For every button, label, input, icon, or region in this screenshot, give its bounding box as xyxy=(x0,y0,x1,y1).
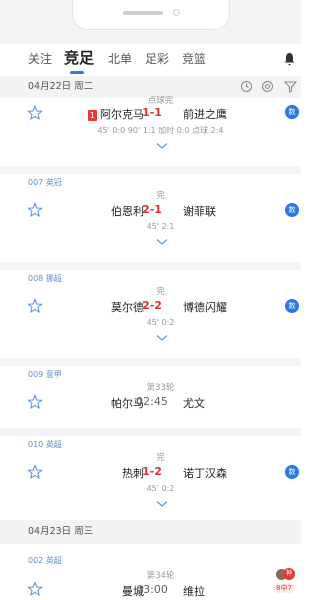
match-status: 第33轮 xyxy=(146,383,175,393)
league-label: 002 英超 xyxy=(28,556,62,565)
red-card-badge: 1 xyxy=(87,110,97,121)
tab-beidan[interactable]: 北单 xyxy=(108,50,132,67)
match-score: 2-2 xyxy=(142,299,162,312)
notch xyxy=(72,0,230,30)
tab-bar: 关注 竞足 北单 足彩 竞篮 xyxy=(0,44,301,76)
star-icon[interactable] xyxy=(27,464,43,480)
separator xyxy=(0,358,301,366)
stats-badge[interactable]: 数 xyxy=(285,203,299,217)
match-status: 点球完 xyxy=(147,96,174,106)
filter-icon[interactable] xyxy=(284,80,297,93)
match-time: 03:00 xyxy=(136,583,168,596)
home-team-name: 阿尔克马 xyxy=(100,108,144,121)
settings-icon[interactable] xyxy=(261,80,274,93)
away-team: 尤文 xyxy=(183,397,205,410)
away-team: 诺丁汉森 xyxy=(183,467,227,480)
match-score: 2-1 xyxy=(142,203,162,216)
match-detail: 45' 2:1 xyxy=(146,222,175,231)
away-team: 前进之鹰 xyxy=(183,108,227,121)
tab-jinglan[interactable]: 竞篮 xyxy=(182,50,206,67)
expert-picks-widget[interactable]: 神 8中7 xyxy=(273,566,299,600)
star-icon[interactable] xyxy=(27,298,43,314)
chevron-down-icon[interactable] xyxy=(156,238,168,246)
date-label: 04月22日 周二 xyxy=(28,81,94,92)
match-row[interactable]: 007 英冠 完 伯恩利 2-1 谢菲联 数 45' 2:1 xyxy=(0,174,301,262)
history-icon[interactable] xyxy=(240,80,253,93)
tab-follow[interactable]: 关注 xyxy=(28,50,52,67)
match-row[interactable]: 009 意甲 第33轮 帕尔马 02:45 尤文 xyxy=(0,366,301,428)
league-label: 010 英超 xyxy=(28,440,62,449)
bell-icon[interactable] xyxy=(284,52,295,66)
match-detail: 45' 0:2 xyxy=(146,484,175,493)
match-row[interactable]: 点球完 1 阿尔克马 1-1 前进之鹰 数 45' 0:0 90' 1:1 加时 … xyxy=(0,96,301,166)
star-icon[interactable] xyxy=(27,105,43,121)
star-icon[interactable] xyxy=(27,394,43,410)
match-score: 1-2 xyxy=(142,465,162,478)
star-icon[interactable] xyxy=(27,202,43,218)
league-label: 009 意甲 xyxy=(28,370,62,379)
away-team: 维拉 xyxy=(183,585,205,598)
home-team: 1 阿尔克马 xyxy=(87,106,144,122)
stats-badge[interactable]: 数 xyxy=(285,465,299,479)
league-label: 008 挪超 xyxy=(28,274,62,283)
away-team: 谢菲联 xyxy=(183,205,216,218)
match-status: 完 xyxy=(156,287,165,297)
chevron-down-icon[interactable] xyxy=(156,500,168,508)
match-score: 1-1 xyxy=(142,106,162,119)
date-header: 04月23日 周三 xyxy=(0,520,301,544)
expert-record-tag: 8中7 xyxy=(274,583,294,593)
active-tab-indicator xyxy=(70,71,84,74)
match-row[interactable]: 010 英超 完 热刺 1-2 诺丁汉森 数 45' 0:2 xyxy=(0,436,301,520)
stats-badge[interactable]: 数 xyxy=(285,299,299,313)
date-label: 04月23日 周三 xyxy=(28,526,94,537)
separator xyxy=(0,428,301,436)
match-time: 02:45 xyxy=(136,395,168,408)
match-detail: 45' 0:0 90' 1:1 加时 0:0 点球 2:4 xyxy=(97,126,224,135)
stats-badge[interactable]: 数 xyxy=(285,105,299,119)
match-status: 第34轮 xyxy=(146,571,175,581)
chevron-down-icon[interactable] xyxy=(156,334,168,342)
match-row[interactable]: 002 英超 第34轮 曼城 03:00 维拉 xyxy=(0,544,301,600)
tab-zucai[interactable]: 足彩 xyxy=(145,50,169,67)
expert-avatar-badge: 神 xyxy=(283,568,295,580)
separator xyxy=(0,166,301,174)
match-row[interactable]: 008 挪超 完 莫尔德 2-2 博德闪耀 数 45' 0:2 xyxy=(0,270,301,358)
match-status: 完 xyxy=(156,453,165,463)
tab-jingzu[interactable]: 竞足 xyxy=(64,47,94,68)
separator xyxy=(0,262,301,270)
device-top-frame xyxy=(0,0,301,44)
match-status: 完 xyxy=(156,191,165,201)
league-label: 007 英冠 xyxy=(28,178,62,187)
away-team: 博德闪耀 xyxy=(183,301,227,314)
match-detail: 45' 0:2 xyxy=(146,318,175,327)
chevron-down-icon[interactable] xyxy=(156,142,168,150)
star-icon[interactable] xyxy=(27,581,43,597)
